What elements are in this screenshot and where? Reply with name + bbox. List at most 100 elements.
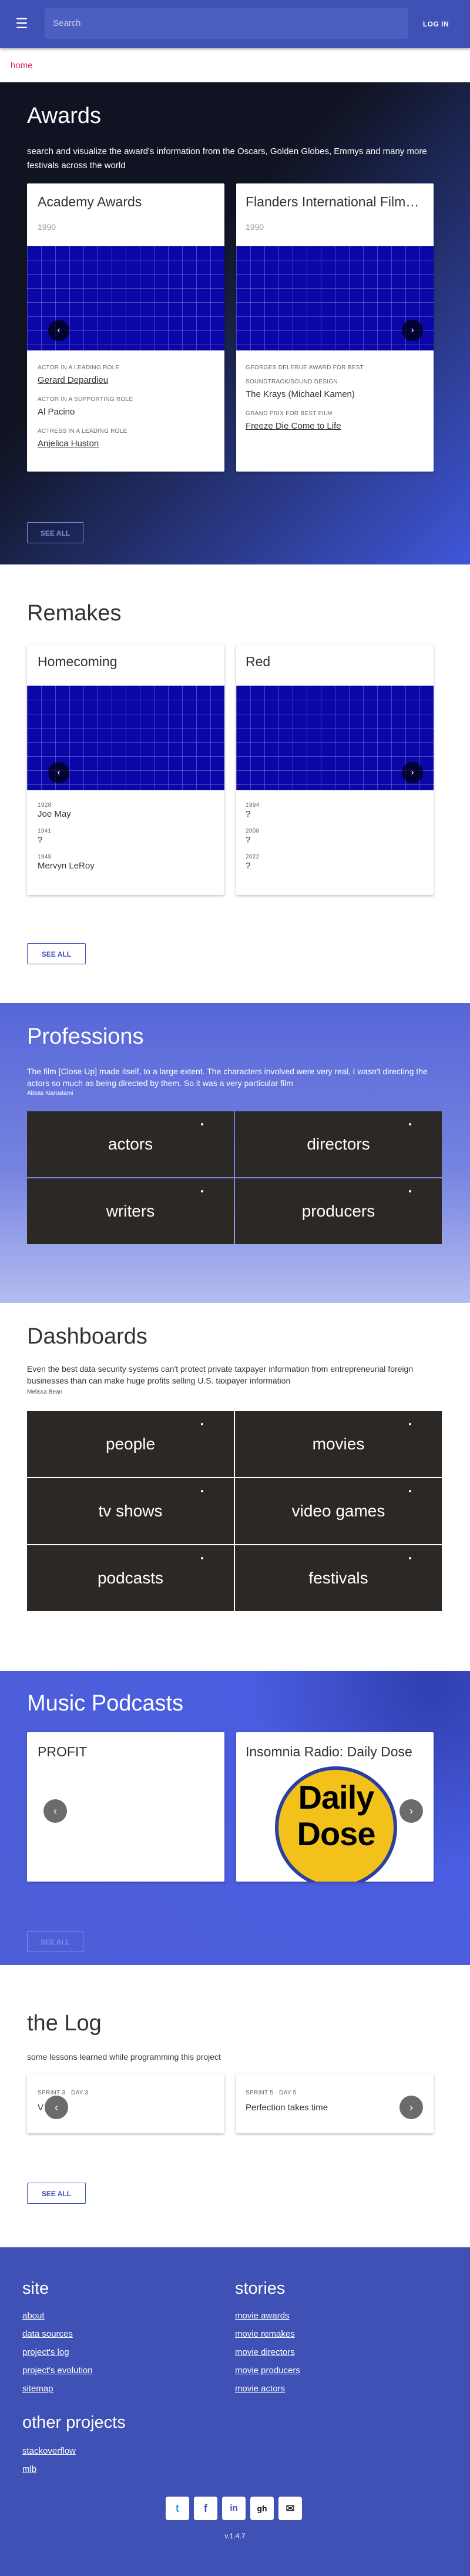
chevron-left-icon[interactable]: ‹ [45, 2096, 68, 2119]
professions-quote: The film [Close Up] made itself, to a la… [27, 1067, 428, 1088]
dashboards-quote-author: Melissa Bean [27, 1389, 63, 1395]
dashboards-title: Dashboards [27, 1324, 147, 1349]
email-icon[interactable]: ✉ [278, 2497, 302, 2520]
tile-dot [201, 1490, 203, 1492]
remake-year: 1941 [38, 828, 52, 834]
remakes-title: Remakes [27, 601, 122, 626]
tile-dot [201, 1190, 203, 1192]
log-card-text: V [38, 2103, 44, 2113]
tile-dot [409, 1190, 411, 1192]
log-card-meta: SPRINT 3 · DAY 3 [38, 2090, 89, 2096]
awards-see-all-button[interactable]: SEE ALL [27, 522, 83, 543]
tile-podcasts[interactable]: podcasts [27, 1545, 234, 1611]
log-card-meta: SPRINT 5 · DAY 5 [246, 2090, 297, 2096]
remake-card-title: Red [246, 654, 271, 669]
tile-movies[interactable]: movies [235, 1411, 442, 1477]
remakes-see-all-button[interactable]: SEE ALL [27, 943, 86, 964]
tile-label: actors [108, 1135, 153, 1153]
dashboards-quote: Even the best data security systems can'… [27, 1364, 414, 1385]
login-button[interactable]: LOG IN [412, 15, 459, 33]
linkedin-icon[interactable]: in [222, 2497, 246, 2520]
award-winner-link[interactable]: Freeze Die Come to Life [246, 421, 341, 431]
remake-year: 1994 [246, 802, 260, 808]
tile-tv-shows[interactable]: tv shows [27, 1478, 234, 1544]
award-card-year: 1990 [38, 222, 56, 232]
log-card-text: Perfection takes time [246, 2103, 328, 2113]
chevron-right-icon[interactable]: › [402, 320, 423, 341]
footer-link[interactable]: stackoverflow [22, 2446, 76, 2456]
remake-director: ? [246, 861, 251, 871]
twitter-icon[interactable]: t [166, 2497, 189, 2520]
awards-description: search and visualize the award's informa… [27, 146, 427, 171]
podcast-card-title: PROFIT [38, 1744, 88, 1759]
award-card-title: Flanders International Film Festival Ghe… [246, 194, 422, 209]
tile-writers[interactable]: writers [27, 1178, 234, 1244]
tile-label: movies [312, 1435, 365, 1453]
chevron-left-icon[interactable]: ‹ [48, 762, 69, 783]
podcast-logo-text: Daily Dose [297, 1779, 376, 1852]
award-category: ACTRESS IN A LEADING ROLE [38, 428, 127, 435]
remake-director: Mervyn LeRoy [38, 861, 95, 871]
footer-link[interactable]: movie actors [235, 2384, 285, 2394]
tile-dot [201, 1123, 203, 1125]
footer-link[interactable]: movie directors [235, 2347, 295, 2357]
tile-producers[interactable]: producers [235, 1178, 442, 1244]
footer-link[interactable]: movie remakes [235, 2329, 295, 2339]
footer-link[interactable]: data sources [22, 2329, 73, 2339]
tile-dot [409, 1490, 411, 1492]
facebook-icon[interactable]: f [194, 2497, 217, 2520]
award-category: ACTOR IN A SUPPORTING ROLE [38, 396, 133, 403]
remake-year: 2022 [246, 854, 260, 860]
tile-label: directors [307, 1135, 370, 1153]
tile-festivals[interactable]: festivals [235, 1545, 442, 1611]
remake-director: ? [246, 809, 251, 819]
footer-link[interactable]: movie awards [235, 2311, 290, 2321]
log-subtitle: some lessons learned while programming t… [27, 2052, 221, 2062]
remake-year: 2008 [246, 828, 260, 834]
tile-actors[interactable]: actors [27, 1111, 234, 1177]
github-icon[interactable]: gh [250, 2497, 274, 2520]
footer-link[interactable]: about [22, 2311, 45, 2321]
chevron-right-icon[interactable]: › [400, 1799, 423, 1823]
award-category: GRAND PRIX FOR BEST FILM [246, 410, 333, 417]
award-card-year: 1990 [246, 222, 264, 232]
tile-people[interactable]: people [27, 1411, 234, 1477]
tile-video-games[interactable]: video games [235, 1478, 442, 1544]
award-winner: The Krays (Michael Kamen) [246, 389, 355, 399]
remake-card-title: Homecoming [38, 654, 118, 669]
podcasts-title: Music Podcasts [27, 1691, 184, 1716]
breadcrumb-home[interactable]: home [11, 61, 33, 71]
tile-dot [409, 1557, 411, 1559]
footer-link[interactable]: sitemap [22, 2384, 53, 2394]
remake-director: ? [246, 835, 251, 845]
awards-title: Awards [27, 103, 102, 128]
chevron-right-icon[interactable]: › [400, 2096, 423, 2119]
chevron-left-icon[interactable]: ‹ [48, 320, 69, 341]
award-winner-link[interactable]: Gerard Depardieu [38, 375, 108, 385]
remake-director: Joe May [38, 809, 71, 819]
tile-dot [201, 1557, 203, 1559]
chevron-left-icon[interactable]: ‹ [43, 1799, 67, 1823]
chevron-right-icon[interactable]: › [402, 762, 423, 783]
remake-year: 1948 [38, 854, 52, 860]
footer-link[interactable]: project's log [22, 2347, 69, 2357]
footer-link[interactable]: project's evolution [22, 2365, 93, 2375]
tile-label: podcasts [97, 1569, 164, 1587]
podcasts-see-all-button[interactable]: SEE ALL [27, 1931, 83, 1952]
log-see-all-button[interactable]: SEE ALL [27, 2183, 86, 2204]
version-label: v.1.4.7 [224, 2532, 246, 2540]
tile-label: tv shows [98, 1502, 163, 1520]
award-winner-link[interactable]: Anjelica Huston [38, 439, 99, 449]
tile-label: festivals [308, 1569, 368, 1587]
podcast-card-title: Insomnia Radio: Daily Dose [246, 1744, 412, 1759]
award-category: GEORGES DELERUE AWARD FOR BEST [246, 365, 364, 371]
award-category: ACTOR IN A LEADING ROLE [38, 365, 120, 371]
footer-link[interactable]: mlb [22, 2464, 36, 2474]
tile-label: producers [301, 1202, 375, 1220]
footer-link[interactable]: movie producers [235, 2365, 300, 2375]
menu-icon[interactable]: ☰ [13, 15, 31, 33]
professions-title: Professions [27, 1024, 144, 1049]
search-input[interactable]: Search [45, 8, 408, 39]
tile-directors[interactable]: directors [235, 1111, 442, 1177]
tile-label: video games [291, 1502, 385, 1520]
